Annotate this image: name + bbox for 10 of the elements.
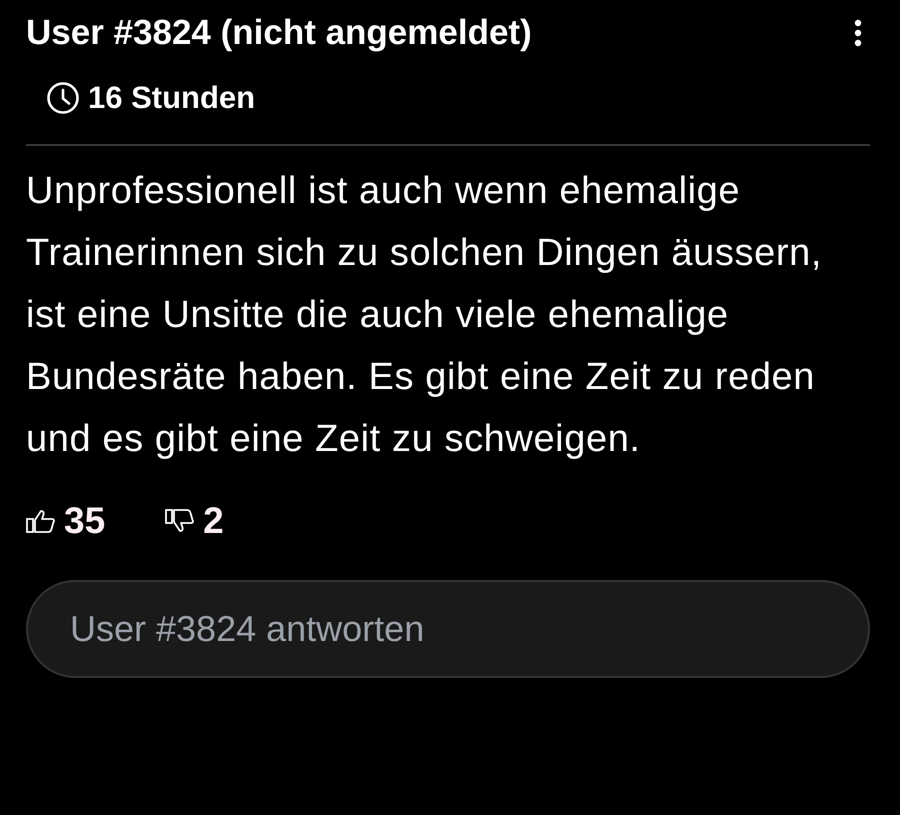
thumbs-down-icon [165,508,196,534]
time-ago: 16 Stunden [88,80,256,116]
comment-text: Unprofessionell ist auch wenn ehemalige Trainerinnen sich zu solchen Dingen äussern, ist eine Unsitte die auch viele ehemalige Bundesräte haben. Es gibt eine Zeit zu reden und es gibt eine Zeit zu schweigen. [26,169,823,462]
author-name: User #3824 (nicht angemeldet) [26,13,532,53]
like-button[interactable]: 35 [26,500,106,542]
reply-field[interactable]: User #3824 antworten [26,580,870,678]
thumbs-up-icon [26,508,56,534]
clock-icon [46,81,80,115]
dislike-button[interactable]: 2 [165,500,224,542]
more-icon [854,19,862,47]
